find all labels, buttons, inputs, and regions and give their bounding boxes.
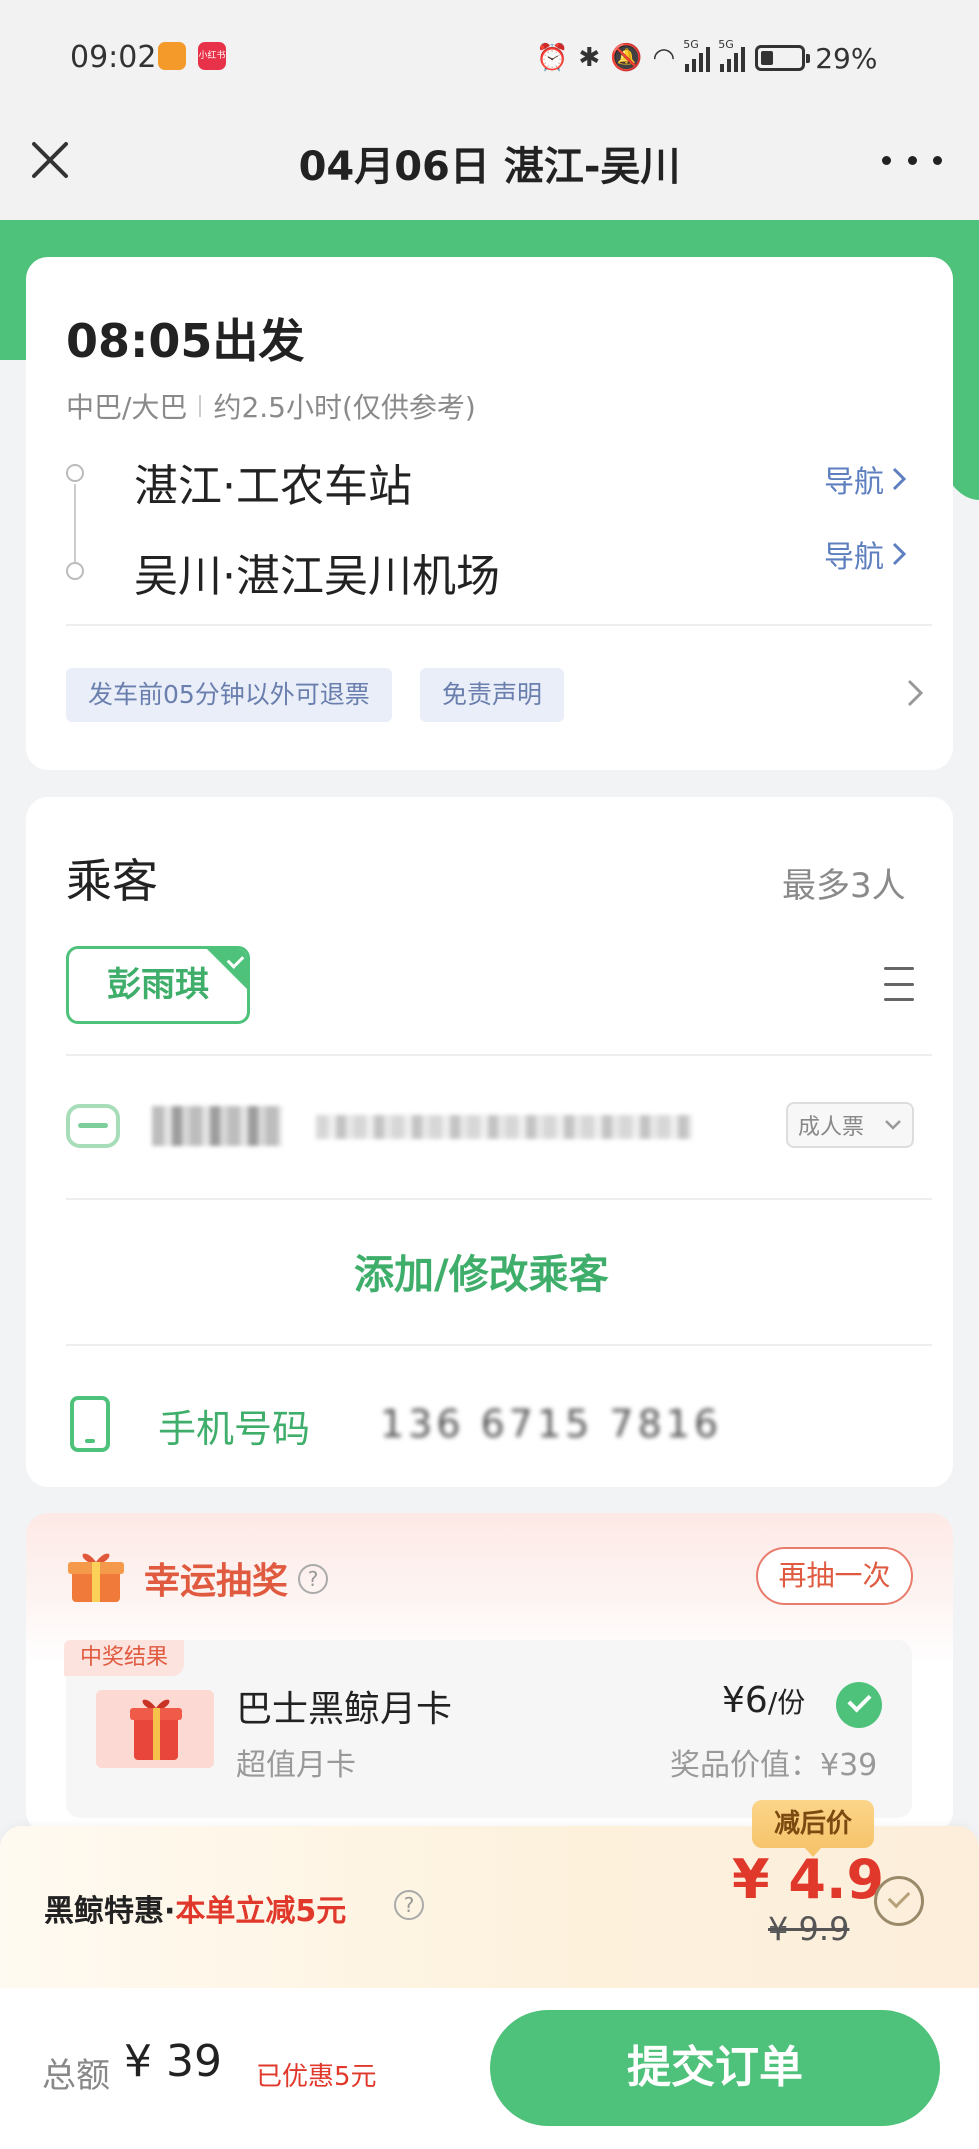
promo-check-icon[interactable] bbox=[874, 1876, 924, 1926]
refund-policy-tag[interactable]: 发车前05分钟以外可退票 bbox=[66, 668, 392, 722]
prize-result-badge: 中奖结果 bbox=[64, 1640, 185, 1676]
passenger-max: 最多3人 bbox=[782, 866, 906, 906]
battery-icon bbox=[755, 45, 811, 71]
chevron-right-icon bbox=[892, 542, 906, 566]
bluetooth-icon: ✱ bbox=[578, 43, 601, 73]
divider bbox=[66, 1054, 932, 1056]
divider bbox=[66, 1198, 932, 1200]
page-title: 04月06日 湛江-吴川 bbox=[298, 144, 681, 190]
original-price: ¥ 9.9 bbox=[768, 1910, 850, 1948]
bus-info: 中巴/大巴 约2.5小时(仅供参考) bbox=[66, 386, 476, 426]
ticket-type-value: 成人票 bbox=[798, 1115, 865, 1140]
nav-label: 导航 bbox=[824, 540, 884, 575]
passenger-chip-label: 彭雨琪 bbox=[107, 965, 209, 1005]
signal-icon: 5G bbox=[683, 38, 711, 72]
passenger-title: 乘客 bbox=[66, 854, 158, 908]
navigate-destination-link[interactable]: 导航 bbox=[824, 532, 906, 576]
submit-order-button[interactable]: 提交订单 bbox=[490, 2010, 940, 2126]
origin-station: 湛江·工农车站 bbox=[134, 461, 412, 512]
draw-again-button[interactable]: 再抽一次 bbox=[756, 1547, 913, 1605]
battery-percent: 29% bbox=[815, 41, 878, 75]
prize-value: 奖品价值：¥39 bbox=[670, 1748, 878, 1783]
phone-icon bbox=[70, 1396, 110, 1452]
disclaimer-tag[interactable]: 免责声明 bbox=[420, 668, 565, 722]
chevron-down-icon bbox=[885, 1120, 901, 1130]
total-value: ¥ 39 bbox=[124, 2036, 222, 2087]
phone-label: 手机号码 bbox=[158, 1407, 311, 1451]
destination-dot bbox=[66, 562, 84, 580]
origin-dot bbox=[66, 464, 84, 482]
passenger-name-redacted bbox=[152, 1106, 282, 1146]
nav-label: 导航 bbox=[824, 465, 884, 500]
prize-subtitle: 超值月卡 bbox=[236, 1748, 356, 1783]
xiaohongshu-icon: 小红书 bbox=[198, 42, 226, 70]
discounted-price-badge: 减后价 bbox=[752, 1800, 874, 1857]
total-label: 总额 bbox=[42, 2056, 110, 2096]
mute-icon: 🔕 bbox=[610, 43, 643, 73]
phone-number-field[interactable]: 136 6715 7816 bbox=[380, 1402, 722, 1446]
chevron-right-icon bbox=[892, 467, 906, 491]
passenger-chip-selected[interactable]: 彭雨琪 bbox=[66, 946, 250, 1024]
passenger-id-redacted bbox=[316, 1115, 692, 1139]
status-time: 09:02 bbox=[70, 40, 157, 75]
discounted-price: ¥ 4.9 bbox=[732, 1848, 885, 1911]
separator bbox=[199, 395, 202, 417]
signal-icon-2: 5G bbox=[718, 38, 746, 72]
remove-passenger-icon[interactable] bbox=[66, 1104, 120, 1148]
ticket-type-select[interactable]: 成人票 bbox=[786, 1102, 914, 1148]
help-icon[interactable]: ? bbox=[298, 1564, 328, 1594]
trip-duration: 约2.5小时(仅供参考) bbox=[213, 391, 476, 424]
help-icon[interactable]: ? bbox=[394, 1890, 424, 1920]
passenger-list-icon[interactable] bbox=[884, 967, 914, 1001]
more-icon[interactable] bbox=[882, 150, 942, 170]
status-icons: ⏰ ✱ 🔕 ◠ 5G 5G 29% bbox=[536, 38, 877, 78]
prize-selected-check-icon[interactable] bbox=[836, 1682, 882, 1728]
divider bbox=[66, 624, 932, 626]
route-line bbox=[74, 484, 76, 564]
gift-icon bbox=[68, 1553, 124, 1602]
wifi-icon: ◠ bbox=[652, 43, 676, 73]
promo-label: 黑鲸特惠·本单立减5元 bbox=[44, 1894, 347, 1929]
add-edit-passenger-button[interactable]: 添加/修改乘客 bbox=[354, 1242, 609, 1300]
bus-type: 中巴/大巴 bbox=[66, 391, 188, 424]
alarm-icon: ⏰ bbox=[536, 43, 569, 73]
chevron-right-icon[interactable] bbox=[906, 678, 924, 708]
prize-name: 巴士黑鲸月卡 bbox=[236, 1689, 453, 1730]
discount-text: 已优惠5元 bbox=[256, 2062, 377, 2092]
navigate-origin-link[interactable]: 导航 bbox=[824, 457, 906, 501]
check-corner-icon bbox=[207, 949, 247, 989]
app-notification-icon bbox=[158, 42, 186, 70]
divider bbox=[66, 1344, 932, 1346]
lottery-title: 幸运抽奖 bbox=[144, 1561, 289, 1602]
prize-gift-image bbox=[96, 1690, 214, 1768]
depart-time: 08:05出发 bbox=[66, 314, 305, 368]
destination-station: 吴川·湛江吴川机场 bbox=[134, 551, 500, 602]
prize-price: ¥6/份 bbox=[722, 1680, 806, 1721]
